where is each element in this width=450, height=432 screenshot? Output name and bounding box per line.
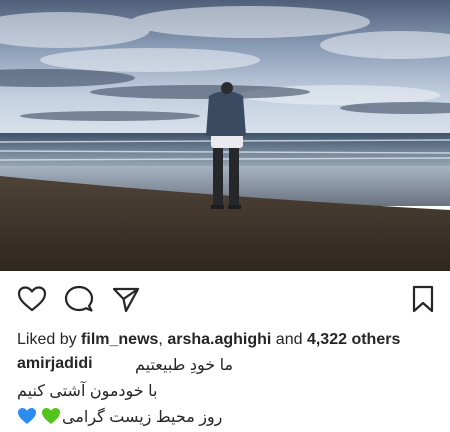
likes-prefix: Liked by [17,331,77,348]
heart-outline-icon[interactable] [17,284,47,314]
paper-plane-icon[interactable] [111,284,141,314]
green-heart-icon [41,406,61,426]
comment-bubble-icon[interactable] [64,284,94,314]
post-photo[interactable] [0,0,450,271]
caption-line-3: روز محیط زیست گرامی [62,409,223,426]
blue-heart-icon [17,406,37,426]
caption-username[interactable]: amirjadidi [17,354,93,374]
liker-link-1[interactable]: film_news [81,331,158,348]
bookmark-icon[interactable] [408,284,438,314]
post-action-bar [0,284,450,318]
likes-others-link[interactable]: 4,322 others [307,331,400,348]
likes-separator: , [158,331,163,348]
caption-line-1: ما خودِ طبیعتیم [135,357,234,374]
caption-line-2: با خودمون آشتی کنیم [17,383,158,400]
liker-link-2[interactable]: arsha.aghighi [167,331,271,348]
likes-summary: Liked by film_news, arsha.aghighi and 4,… [17,330,442,350]
beach-photo [0,0,450,271]
likes-and: and [275,331,303,348]
instagram-post: Liked by film_news, arsha.aghighi and 4,… [0,0,450,432]
